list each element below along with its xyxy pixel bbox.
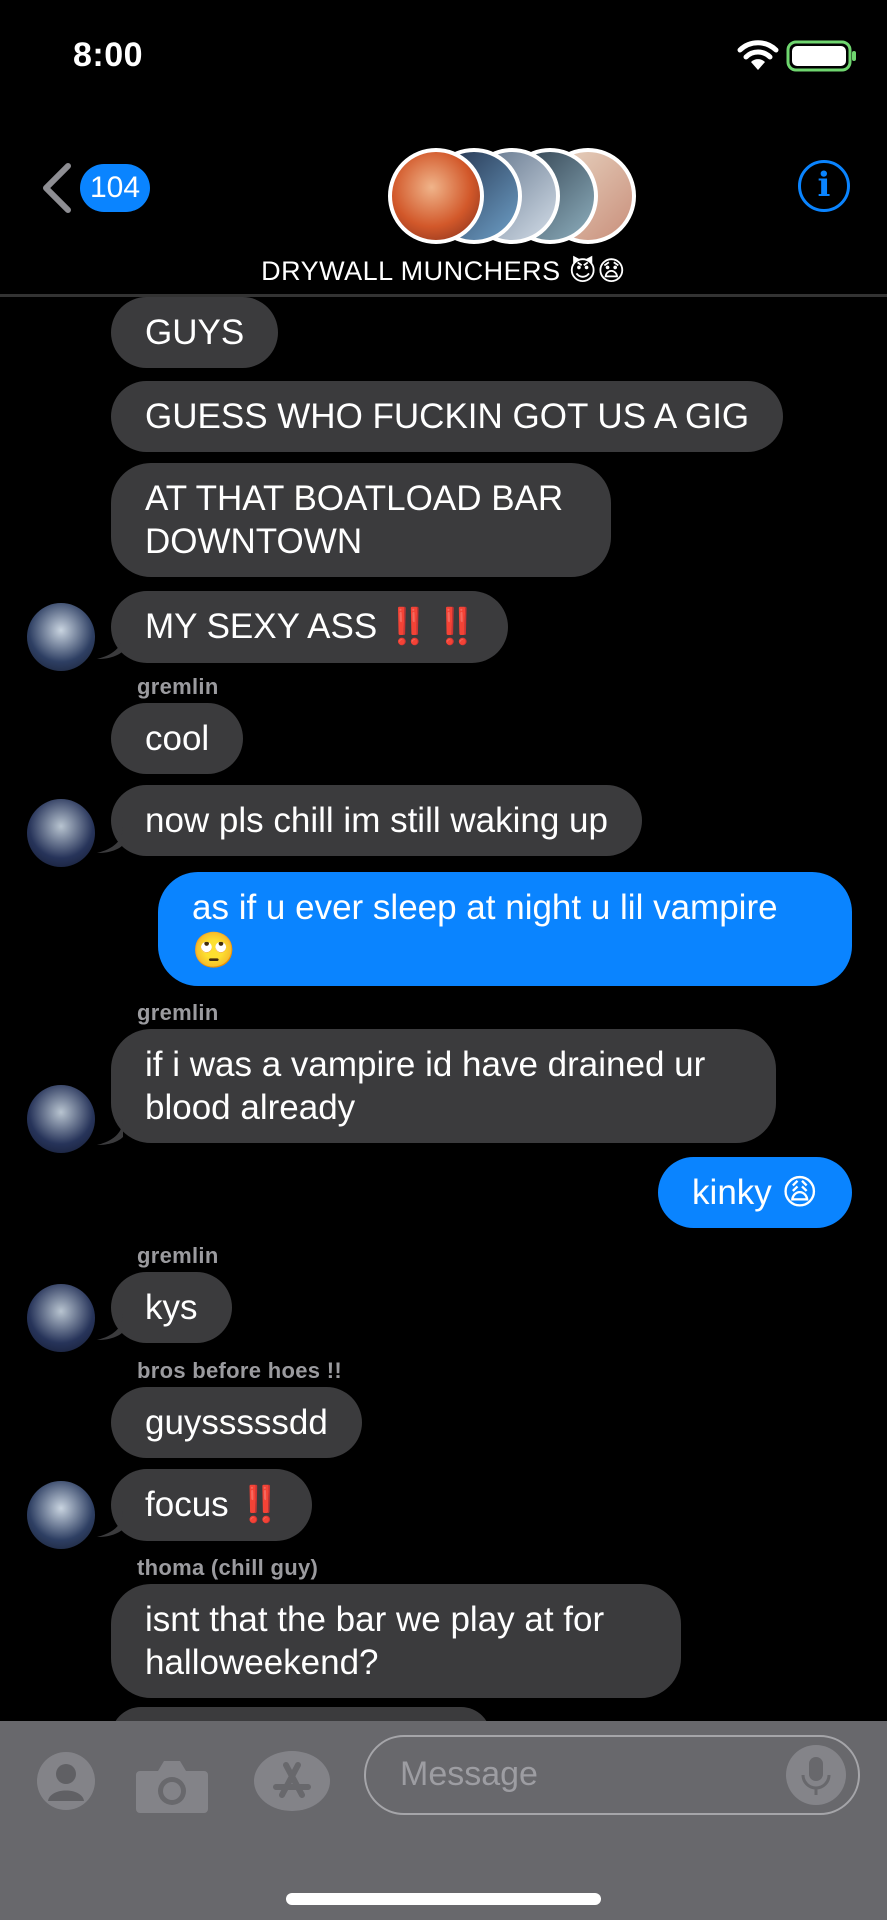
bubble-tail — [97, 633, 123, 659]
avatar[interactable] — [27, 603, 95, 671]
sender-name: gremlin — [137, 1243, 219, 1268]
message-text: MY SEXY ASS — [145, 607, 378, 646]
bubble-tail — [97, 1119, 123, 1145]
message-text: AT THAT BOATLOAD BAR DOWNTOWN — [145, 479, 564, 561]
message-bubble[interactable]: now pls chill im still waking up — [111, 785, 642, 856]
app-store-icon[interactable] — [252, 1749, 332, 1813]
home-indicator[interactable] — [286, 1893, 601, 1905]
message-bubble[interactable]: kinky 😩 — [658, 1157, 852, 1228]
avatar[interactable] — [27, 1284, 95, 1352]
group-avatars[interactable] — [388, 148, 648, 258]
message-bubble[interactable]: AT THAT BOATLOAD BAR DOWNTOWN — [111, 463, 611, 577]
microphone-icon[interactable] — [786, 1745, 846, 1805]
message-bubble[interactable]: cool — [111, 703, 244, 774]
status-bar: 8:00 — [0, 0, 887, 110]
message-bubble[interactable]: guysssssdd — [111, 1387, 362, 1458]
message-text: now pls chill im still waking up — [145, 801, 608, 840]
message-bubble[interactable]: focus ‼️ — [111, 1469, 312, 1541]
message-text: cool — [145, 719, 210, 758]
contact-icon[interactable] — [36, 1751, 96, 1811]
avatar[interactable] — [27, 1481, 95, 1549]
message-placeholder: Message — [400, 1755, 538, 1793]
message-text: GUESS WHO FUCKIN GOT US A GIG — [145, 397, 750, 436]
message-text: kys — [145, 1288, 198, 1327]
battery-icon — [786, 40, 856, 72]
message-bubble[interactable]: if i was a vampire id have drained ur bl… — [111, 1029, 776, 1143]
message-text: kinky 😩 — [692, 1173, 818, 1212]
message-text: as if u ever sleep at night u lil vampir… — [192, 888, 778, 970]
message-bubble[interactable]: GUESS WHO FUCKIN GOT US A GIG — [111, 381, 784, 452]
message-text: isnt that the bar we play at for hallowe… — [145, 1600, 605, 1682]
message-text: if i was a vampire id have drained ur bl… — [145, 1045, 706, 1127]
camera-icon[interactable] — [134, 1757, 210, 1815]
conversation-header: 104 DRYWALL MUNCHERS 😈😧 i — [0, 110, 887, 297]
message-bubble[interactable]: isnt that the bar we play at for hallowe… — [111, 1584, 681, 1698]
bubble-tail — [97, 1314, 123, 1340]
group-title[interactable]: DRYWALL MUNCHERS 😈😧 — [0, 256, 887, 287]
message-text: guysssssdd — [145, 1403, 328, 1442]
sender-name: gremlin — [137, 674, 219, 699]
message-list[interactable]: GUYS GUESS WHO FUCKIN GOT US A GIG AT TH… — [0, 297, 887, 1721]
sender-name: bros before hoes !! — [137, 1358, 342, 1383]
composer-bar: Message — [0, 1721, 887, 1920]
avatar — [388, 148, 484, 244]
status-time: 8:00 — [73, 36, 144, 74]
avatar[interactable] — [27, 799, 95, 867]
info-icon[interactable]: i — [798, 160, 850, 212]
message-bubble[interactable]: MY SEXY ASS ‼️ ‼️ — [111, 591, 509, 663]
message-input[interactable]: Message — [364, 1735, 860, 1815]
avatar[interactable] — [27, 1085, 95, 1153]
wifi-icon — [737, 40, 779, 70]
bubble-tail — [97, 827, 123, 853]
unread-count-badge[interactable]: 104 — [80, 164, 150, 212]
message-bubble[interactable]: as if u ever sleep at night u lil vampir… — [158, 872, 852, 986]
message-emphasis: ‼️ ‼️ — [386, 607, 478, 647]
message-bubble-partial[interactable] — [111, 1707, 491, 1721]
sender-name: thoma (chill guy) — [137, 1555, 319, 1580]
message-text: focus — [145, 1485, 229, 1524]
sender-name: gremlin — [137, 1000, 219, 1025]
message-bubble[interactable]: kys — [111, 1272, 232, 1343]
message-emphasis: ‼️ — [238, 1485, 282, 1525]
bubble-tail — [97, 1511, 123, 1537]
message-text: GUYS — [145, 313, 245, 352]
chevron-left-icon[interactable] — [40, 162, 74, 214]
message-bubble[interactable]: GUYS — [111, 297, 279, 368]
